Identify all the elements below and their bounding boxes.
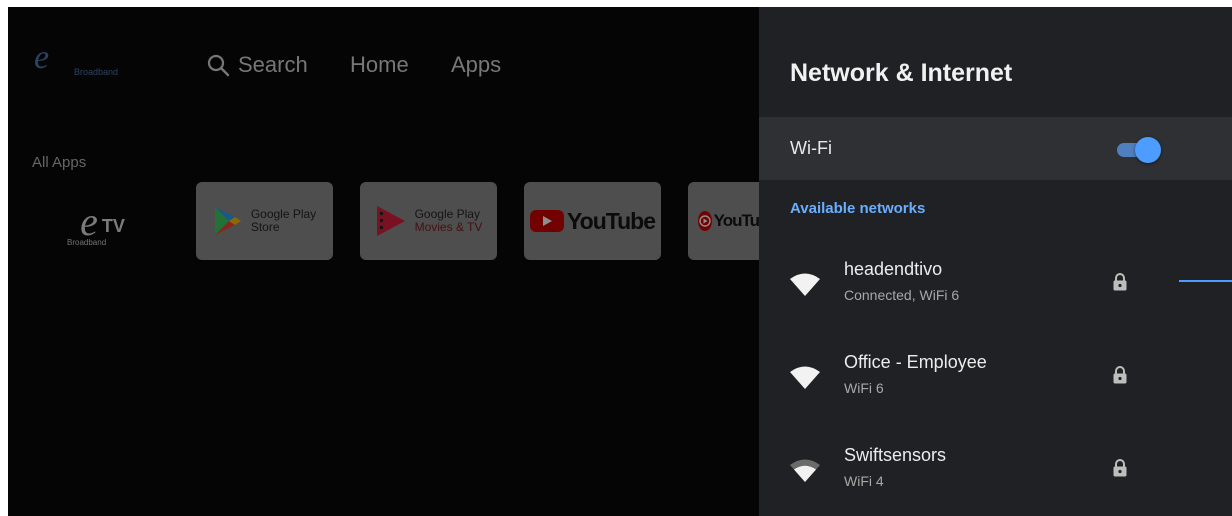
play-movies-icon — [376, 206, 405, 236]
home-screen-backdrop: e Broadband Search Home Apps All Apps e … — [8, 7, 759, 516]
available-networks-heading: Available networks — [790, 200, 926, 217]
nav-search[interactable]: Search — [206, 50, 308, 80]
network-name: Office - Employee — [844, 352, 987, 372]
app-tile-google-play-store[interactable]: Google Play Store — [196, 182, 333, 260]
google-play-icon — [214, 207, 241, 235]
google-play-movies-label: Google Play Movies & TV — [415, 208, 483, 234]
app-tile-youtube-music[interactable]: YouTu — [688, 182, 759, 260]
nav-home[interactable]: Home — [350, 50, 409, 80]
app-tile-google-play-movies[interactable]: Google Play Movies & TV — [360, 182, 497, 260]
search-icon — [207, 54, 230, 77]
etv-logo-tv: TV — [101, 215, 125, 236]
etv-logo-small: Broadband — [67, 238, 107, 247]
brand-logo-mark: e — [34, 39, 50, 76]
brand-logo: e Broadband — [32, 39, 136, 79]
wifi-signal-full-icon — [790, 273, 820, 296]
wifi-toggle-knob — [1135, 137, 1161, 163]
wifi-toggle-row[interactable]: Wi-Fi — [759, 117, 1232, 180]
lock-icon — [1113, 273, 1127, 291]
google-play-movies-line2: Movies & TV — [414, 220, 483, 234]
nav-apps-label: Apps — [451, 52, 502, 77]
youtube-music-icon — [698, 211, 712, 231]
network-status: Connected, WiFi 6 — [844, 287, 960, 303]
youtube-music-wordmark: YouTu — [713, 211, 759, 230]
panel-title: Network & Internet — [790, 59, 1013, 87]
youtube-wordmark: YouTube — [567, 207, 656, 234]
network-name: headendtivo — [844, 259, 943, 279]
focus-indicator-line — [1179, 280, 1232, 282]
wifi-signal-full-icon — [790, 366, 820, 389]
network-item-swiftsensors[interactable]: Swiftsensors WiFi 4 — [759, 435, 1232, 515]
all-apps-heading: All Apps — [32, 154, 87, 171]
nav-search-label: Search — [238, 52, 308, 77]
google-play-store-line2: Store — [250, 220, 280, 234]
youtube-play-icon — [530, 210, 565, 232]
app-tile-youtube[interactable]: YouTube — [524, 182, 661, 260]
brand-logo-text: Broadband — [74, 67, 119, 77]
network-item-headendtivo[interactable]: headendtivo Connected, WiFi 6 — [759, 249, 1232, 329]
network-name: Swiftsensors — [844, 445, 947, 465]
wifi-toggle-switch[interactable] — [1115, 137, 1161, 163]
network-status: WiFi 6 — [844, 380, 884, 396]
google-play-store-label: Google Play Store — [251, 208, 316, 234]
wifi-label: Wi-Fi — [790, 138, 832, 158]
lock-icon — [1113, 366, 1127, 384]
tv-screen: e Broadband Search Home Apps All Apps e … — [8, 7, 1232, 516]
wifi-signal-partial-icon — [790, 459, 820, 482]
app-tile-etv[interactable]: e TV Broadband — [34, 182, 171, 260]
lock-icon — [1113, 459, 1127, 477]
network-item-office-employee[interactable]: Office - Employee WiFi 6 — [759, 342, 1232, 422]
nav-home-label: Home — [350, 52, 409, 77]
nav-apps[interactable]: Apps — [451, 50, 501, 80]
network-settings-panel: Network & Internet Wi-Fi Available netwo… — [759, 7, 1232, 516]
network-status: WiFi 4 — [844, 473, 884, 489]
